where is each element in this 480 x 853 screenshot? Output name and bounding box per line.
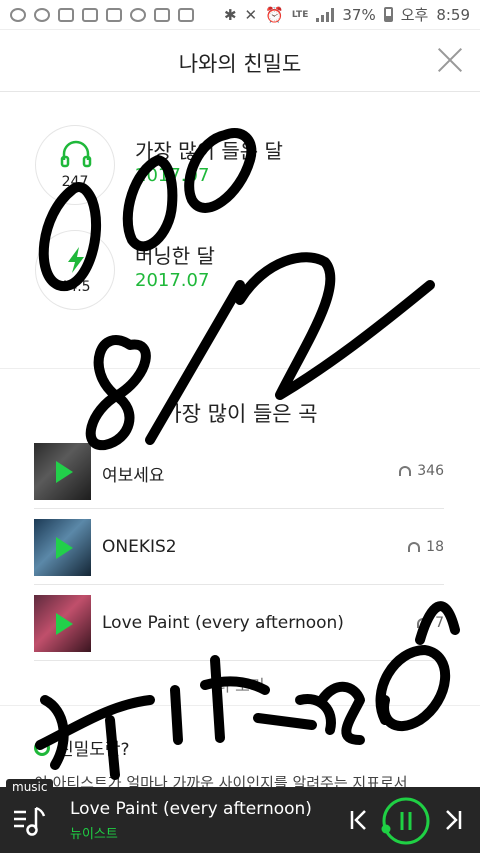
battery-percent: 37%: [342, 5, 376, 24]
mini-player[interactable]: music Love Paint (every afternoon) 뉴이스트: [0, 779, 480, 853]
stat-label: 가장 많이 들은 달: [135, 139, 283, 163]
song-row[interactable]: ONEKIS2 18: [34, 509, 444, 585]
mute-icon: ✕: [244, 5, 258, 24]
album-art: [34, 443, 91, 500]
help-heading[interactable]: 친밀도란?: [34, 735, 130, 760]
notification-icon: [10, 7, 26, 22]
play-count: 18: [408, 539, 444, 555]
lightning-icon: [68, 247, 84, 273]
song-title: Love Paint (every afternoon): [102, 613, 344, 633]
stat-label: 버닝한 달: [135, 244, 215, 268]
music-badge: music: [6, 779, 54, 795]
album-art: [34, 595, 91, 652]
headphones-icon: [417, 618, 430, 628]
stat-most-listened-month: 247 가장 많이 들은 달 2017.07: [35, 125, 455, 205]
stat-number: 247: [61, 174, 89, 190]
help-title: 친밀도란?: [58, 740, 130, 760]
play-icon[interactable]: [56, 613, 73, 635]
notification-icon: [34, 7, 50, 22]
now-playing-title: Love Paint (every afternoon): [70, 799, 312, 819]
close-icon[interactable]: [434, 44, 466, 76]
headphones-icon: [60, 140, 92, 168]
notification-icon: [82, 7, 98, 22]
intimacy-icon: [34, 739, 50, 756]
status-bar-notifications: [10, 7, 194, 22]
now-playing-artist: 뉴이스트: [70, 827, 118, 842]
song-row[interactable]: Love Paint (every afternoon) 7: [34, 585, 444, 661]
notification-icon: [58, 7, 74, 22]
divider: [0, 705, 480, 706]
album-art: [34, 519, 91, 576]
pause-button[interactable]: [380, 795, 432, 847]
play-count-value: 18: [426, 539, 444, 555]
song-title: 여보세요: [102, 466, 165, 486]
lte-label: LTE: [291, 9, 309, 20]
headphones-icon: [408, 542, 421, 552]
alarm-icon: ⏰: [265, 5, 284, 24]
previous-icon[interactable]: [348, 808, 370, 832]
song-row[interactable]: 여보세요 346: [34, 433, 444, 509]
headphones-icon: [399, 466, 412, 476]
play-count-value: 346: [417, 463, 444, 479]
clock: 8:59: [436, 5, 470, 24]
stat-burning-month: 44.5 버닝한 달 2017.07: [35, 230, 455, 310]
stat-circle: 44.5: [35, 230, 115, 310]
status-bar: ✱ ✕ ⏰ LTE 37% 오후 8:59: [0, 0, 480, 30]
stat-value: 2017.07: [135, 165, 210, 186]
flashlight-icon: [178, 7, 194, 22]
section-title-top-songs: 가장 많이 들은 곡: [162, 402, 318, 426]
bluetooth-icon: ✱: [223, 5, 237, 24]
status-bar-system: ✱ ✕ ⏰ LTE 37% 오후 8:59: [224, 4, 470, 25]
page-header: 나와의 친밀도: [0, 30, 480, 92]
chat-icon: [130, 7, 146, 22]
divider: [0, 368, 480, 369]
stat-circle: 247: [35, 125, 115, 205]
time-period: 오후: [400, 6, 429, 24]
signal-icon: [316, 7, 335, 22]
page-title: 나와의 친밀도: [178, 52, 302, 76]
play-count-value: 7: [435, 615, 444, 631]
image-icon: [106, 7, 122, 22]
play-icon[interactable]: [56, 537, 73, 559]
image-icon: [154, 7, 170, 22]
song-title: ONEKIS2: [102, 537, 177, 557]
stat-number: 44.5: [59, 279, 91, 295]
play-count: 346: [399, 463, 444, 479]
next-icon[interactable]: [442, 808, 464, 832]
play-icon[interactable]: [56, 461, 73, 483]
stat-value: 2017.07: [135, 270, 210, 291]
battery-icon: [383, 7, 393, 22]
more-link[interactable]: 더 보기: [0, 672, 480, 696]
play-count: 7: [417, 615, 444, 631]
playlist-icon[interactable]: [12, 802, 48, 838]
